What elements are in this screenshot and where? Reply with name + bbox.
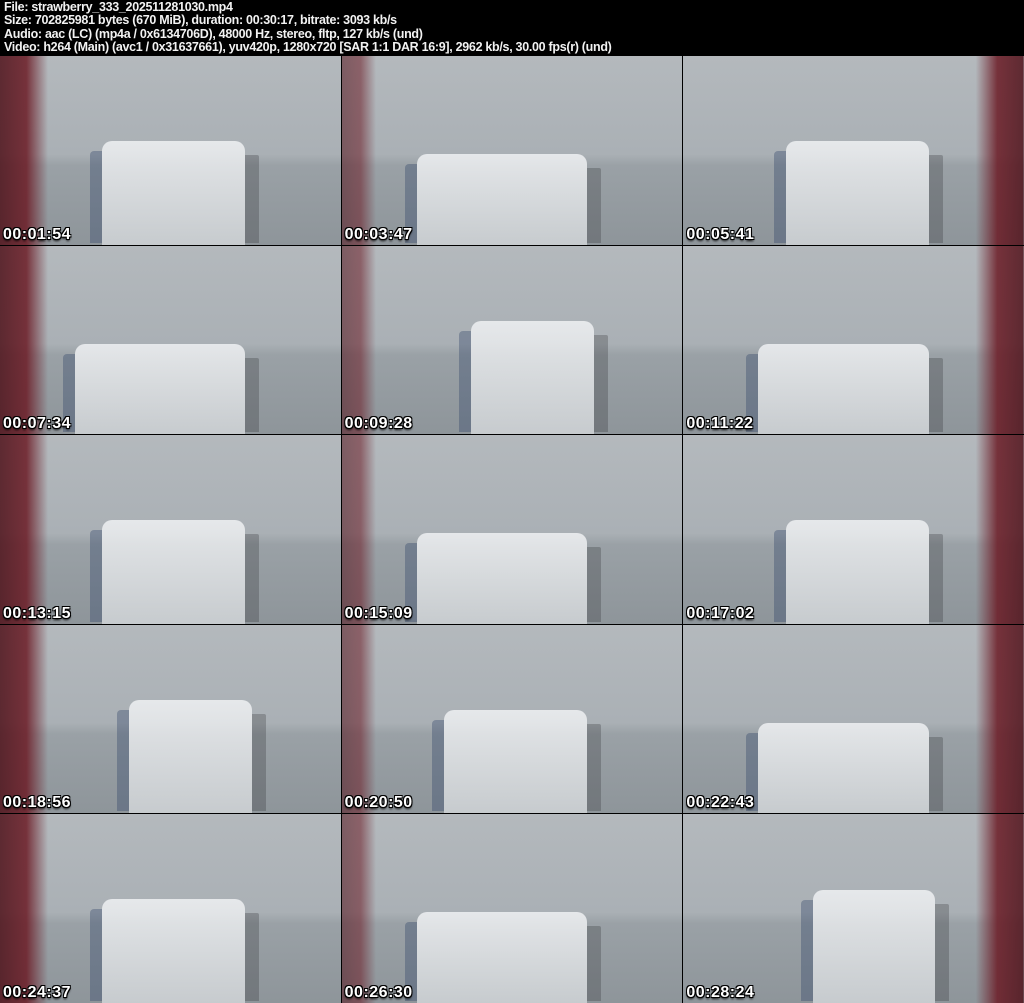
video-frame-thumbnail: 00:18:56 [0,624,341,814]
video-frame-thumbnail: 00:03:47 [341,56,683,245]
frame-timestamp: 00:05:41 [686,225,755,243]
video-frame-thumbnail: 00:07:34 [0,245,341,435]
file-name-line: File: strawberry_333_202511281030.mp4 [4,0,233,14]
file-size-line: Size: 702825981 bytes (670 MiB), duratio… [4,13,397,28]
video-frame-thumbnail: 00:11:22 [683,245,1024,435]
frame-timestamp: 00:15:09 [344,604,413,622]
frame-timestamp: 00:24:37 [3,984,72,1001]
video-frame-thumbnail: 00:15:09 [341,435,683,624]
video-frame-thumbnail: 00:01:54 [0,56,341,245]
video-frame-thumbnail: 00:22:43 [683,624,1024,814]
frame-timestamp: 00:03:47 [344,225,413,243]
frame-timestamp: 00:28:24 [686,984,755,1001]
video-frame-thumbnail: 00:13:15 [0,435,341,624]
video-frame-thumbnail: 00:26:30 [341,814,683,1003]
frame-timestamp: 00:01:54 [3,225,72,243]
video-frame-thumbnail: 00:24:37 [0,814,341,1003]
metadata-header: File: strawberry_333_202511281030.mp4 Si… [0,0,1024,56]
video-info-line: Video: h264 (Main) (avc1 / 0x31637661), … [4,39,612,54]
frame-timestamp: 00:17:02 [686,604,755,622]
thumbnail-grid: 00:01:54 00:03:47 00:05:41 00:07:34 00:0… [0,56,1024,1003]
video-frame-thumbnail: 00:09:28 [341,245,683,435]
video-frame-thumbnail: 00:28:24 [683,814,1024,1003]
audio-info-line: Audio: aac (LC) (mp4a / 0x6134706D), 480… [4,26,423,41]
video-frame-thumbnail: 00:17:02 [683,435,1024,624]
contact-sheet: File: strawberry_333_202511281030.mp4 Si… [0,0,1024,1003]
frame-timestamp: 00:26:30 [344,984,413,1001]
frame-timestamp: 00:13:15 [3,604,72,622]
frame-timestamp: 00:22:43 [686,794,755,812]
frame-timestamp: 00:09:28 [344,415,413,433]
frame-timestamp: 00:11:22 [686,415,754,433]
frame-timestamp: 00:07:34 [3,415,72,433]
frame-timestamp: 00:18:56 [3,794,72,812]
frame-timestamp: 00:20:50 [344,794,413,812]
video-frame-thumbnail: 00:05:41 [683,56,1024,245]
video-frame-thumbnail: 00:20:50 [341,624,683,814]
